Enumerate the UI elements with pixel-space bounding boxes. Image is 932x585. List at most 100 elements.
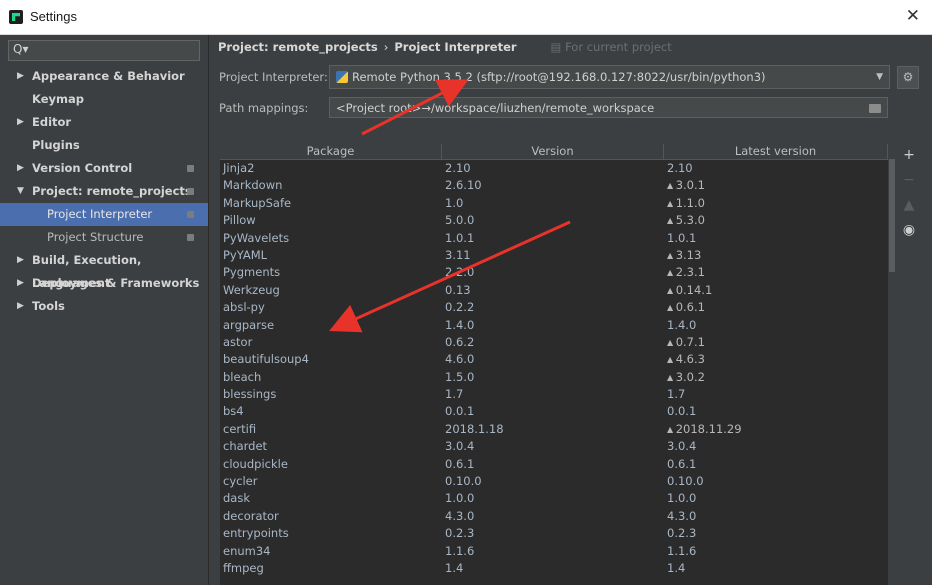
sidebar-item-appearance[interactable]: ▶ Appearance & Behavior — [0, 65, 208, 88]
interpreter-value: Remote Python 3.5.2 (sftp://root@192.168… — [352, 70, 766, 84]
package-name-cell: dask — [223, 491, 250, 506]
table-row[interactable]: cloudpickle 0.6.1 0.6.1 — [220, 456, 888, 473]
close-icon[interactable]: ✕ — [906, 6, 920, 26]
package-name-cell: ffmpeg — [223, 560, 264, 575]
expand-arrow-icon[interactable]: ▶ — [17, 111, 24, 134]
settings-sidebar: Q▾ ▶ Appearance & Behavior Keymap ▶ Editor… — [0, 35, 209, 585]
package-name-cell: cloudpickle — [223, 456, 288, 471]
sidebar-item-label: Project: remote_projects — [32, 184, 192, 198]
column-header-version[interactable]: Version — [442, 144, 664, 159]
table-row[interactable]: bs4 0.0.1 0.0.1 — [220, 403, 888, 420]
package-version-cell: 2018.1.18 — [445, 421, 504, 436]
show-early-releases-icon[interactable]: ◉ — [899, 218, 919, 243]
table-row[interactable]: entrypoints 0.2.3 0.2.3 — [220, 525, 888, 542]
table-row[interactable]: bleach 1.5.0 3.0.2 — [220, 369, 888, 386]
package-name-cell: Jinja2 — [223, 161, 255, 175]
path-mappings-field[interactable]: <Project root>→/workspace/liuzhen/remote… — [329, 97, 888, 118]
table-row[interactable]: dask 1.0.0 1.0.0 — [220, 490, 888, 507]
package-version-cell: 0.6.2 — [445, 334, 475, 349]
latest-version-cell: 0.6.1 — [664, 299, 888, 316]
breadcrumb: Project: remote_projects › Project Interpr… — [218, 40, 672, 54]
settings-search-input[interactable]: Q▾ — [8, 40, 200, 61]
table-row[interactable]: argparse 1.4.0 1.4.0 — [220, 317, 888, 334]
table-row[interactable]: cycler 0.10.0 0.10.0 — [220, 473, 888, 490]
latest-version-cell: 2018.11.29 — [664, 421, 888, 438]
table-row[interactable]: Pygments 2.2.0 2.3.1 — [220, 264, 888, 281]
sidebar-item-project-structure[interactable]: Project Structure — [0, 226, 208, 249]
table-row[interactable]: Markdown 2.6.10 3.0.1 — [220, 177, 888, 194]
latest-version-cell: 0.2.3 — [667, 526, 697, 541]
scrollbar-thumb[interactable] — [889, 159, 895, 272]
sidebar-item-build[interactable]: ▶ Build, Execution, Deployment — [0, 249, 208, 290]
sidebar-item-plugins[interactable]: Plugins — [0, 134, 208, 157]
pycharm-logo-icon — [9, 10, 23, 24]
latest-version-cell: 2.3.1 — [664, 264, 888, 281]
column-header-package[interactable]: Package — [220, 144, 442, 159]
package-version-cell: 3.0.4 — [445, 439, 475, 454]
package-version-cell: 4.6.0 — [445, 352, 475, 367]
sidebar-item-languages[interactable]: ▶ Languages & Frameworks — [0, 272, 208, 295]
table-row[interactable]: enum34 1.1.6 1.1.6 — [220, 543, 888, 560]
packages-table: Package Version Latest version Jinja2 2.1… — [220, 144, 888, 585]
package-name-cell: PyWavelets — [223, 230, 290, 245]
sidebar-item-label: Plugins — [32, 138, 80, 152]
table-scrollbar[interactable] — [889, 159, 895, 585]
table-row[interactable]: astor 0.6.2 0.7.1 — [220, 334, 888, 351]
add-package-icon[interactable]: + — [899, 143, 919, 168]
breadcrumb-project: Project: remote_projects — [218, 40, 378, 54]
sidebar-item-project-interpreter[interactable]: Project Interpreter — [0, 203, 208, 226]
package-name-cell: astor — [223, 334, 253, 349]
gear-icon[interactable]: ⚙ — [897, 66, 919, 89]
table-row[interactable]: certifi 2018.1.18 2018.11.29 — [220, 421, 888, 438]
expand-arrow-icon[interactable]: ▶ — [17, 65, 24, 88]
table-row[interactable]: ffmpeg 1.4 1.4 — [220, 560, 888, 577]
latest-version-cell: 1.0.0 — [667, 491, 697, 506]
sidebar-item-project[interactable]: ▼ Project: remote_projects — [0, 180, 208, 203]
sidebar-item-editor[interactable]: ▶ Editor — [0, 111, 208, 134]
path-mappings-value: <Project root>→/workspace/liuzhen/remote… — [336, 101, 655, 115]
chevron-down-icon[interactable]: ▼ — [876, 66, 883, 88]
folder-icon[interactable] — [869, 104, 881, 113]
expand-arrow-icon[interactable]: ▶ — [17, 272, 24, 295]
table-row[interactable]: Jinja2 2.10 2.10 — [220, 160, 888, 177]
latest-version-cell: 3.13 — [664, 247, 888, 264]
table-row[interactable]: PyWavelets 1.0.1 1.0.1 — [220, 230, 888, 247]
table-row[interactable]: beautifulsoup4 4.6.0 4.6.3 — [220, 351, 888, 368]
settings-content: Project: remote_projects › Project Interpr… — [209, 35, 932, 585]
remove-package-icon[interactable]: − — [899, 168, 919, 193]
scope-hint: ▤ For current project — [550, 40, 672, 54]
expand-arrow-icon[interactable]: ▶ — [17, 157, 24, 180]
sidebar-item-tools[interactable]: ▶ Tools — [0, 295, 208, 318]
sidebar-item-version-control[interactable]: ▶ Version Control — [0, 157, 208, 180]
table-row[interactable]: blessings 1.7 1.7 — [220, 386, 888, 403]
collapse-arrow-icon[interactable]: ▼ — [17, 180, 24, 203]
table-body: Jinja22.102.10Markdown2.6.103.0.1MarkupS… — [220, 160, 888, 577]
sidebar-item-label: Editor — [32, 115, 72, 129]
interpreter-dropdown[interactable]: Remote Python 3.5.2 (sftp://root@192.168… — [329, 65, 890, 89]
table-header: Package Version Latest version — [220, 144, 888, 160]
expand-arrow-icon[interactable]: ▶ — [17, 295, 24, 318]
table-row[interactable]: PyYAML 3.11 3.13 — [220, 247, 888, 264]
table-row[interactable]: absl-py 0.2.2 0.6.1 — [220, 299, 888, 316]
package-version-cell: 1.0.0 — [445, 491, 475, 506]
expand-arrow-icon[interactable]: ▶ — [17, 249, 24, 272]
table-row[interactable]: decorator 4.3.0 4.3.0 — [220, 508, 888, 525]
latest-version-cell: 4.3.0 — [667, 508, 697, 523]
sidebar-item-keymap[interactable]: Keymap — [0, 88, 208, 111]
table-row[interactable]: chardet 3.0.4 3.0.4 — [220, 438, 888, 455]
package-name-cell: MarkupSafe — [223, 195, 292, 210]
table-row[interactable]: Pillow 5.0.0 5.3.0 — [220, 212, 888, 229]
package-version-cell: 1.4.0 — [445, 317, 475, 332]
latest-version-cell: 4.6.3 — [664, 351, 888, 368]
package-name-cell: chardet — [223, 439, 268, 454]
package-version-cell: 5.0.0 — [445, 213, 475, 228]
table-row[interactable]: Werkzeug 0.13 0.14.1 — [220, 282, 888, 299]
package-version-cell: 0.2.3 — [445, 526, 475, 541]
table-row[interactable]: MarkupSafe 1.0 1.1.0 — [220, 195, 888, 212]
sidebar-item-label: Project Interpreter — [47, 207, 153, 221]
column-header-latest[interactable]: Latest version — [664, 144, 888, 159]
package-version-cell: 0.10.0 — [445, 474, 482, 489]
latest-version-cell: 1.1.0 — [664, 195, 888, 212]
latest-version-cell: 0.10.0 — [667, 474, 704, 489]
upgrade-package-icon[interactable]: ▲ — [899, 193, 919, 218]
